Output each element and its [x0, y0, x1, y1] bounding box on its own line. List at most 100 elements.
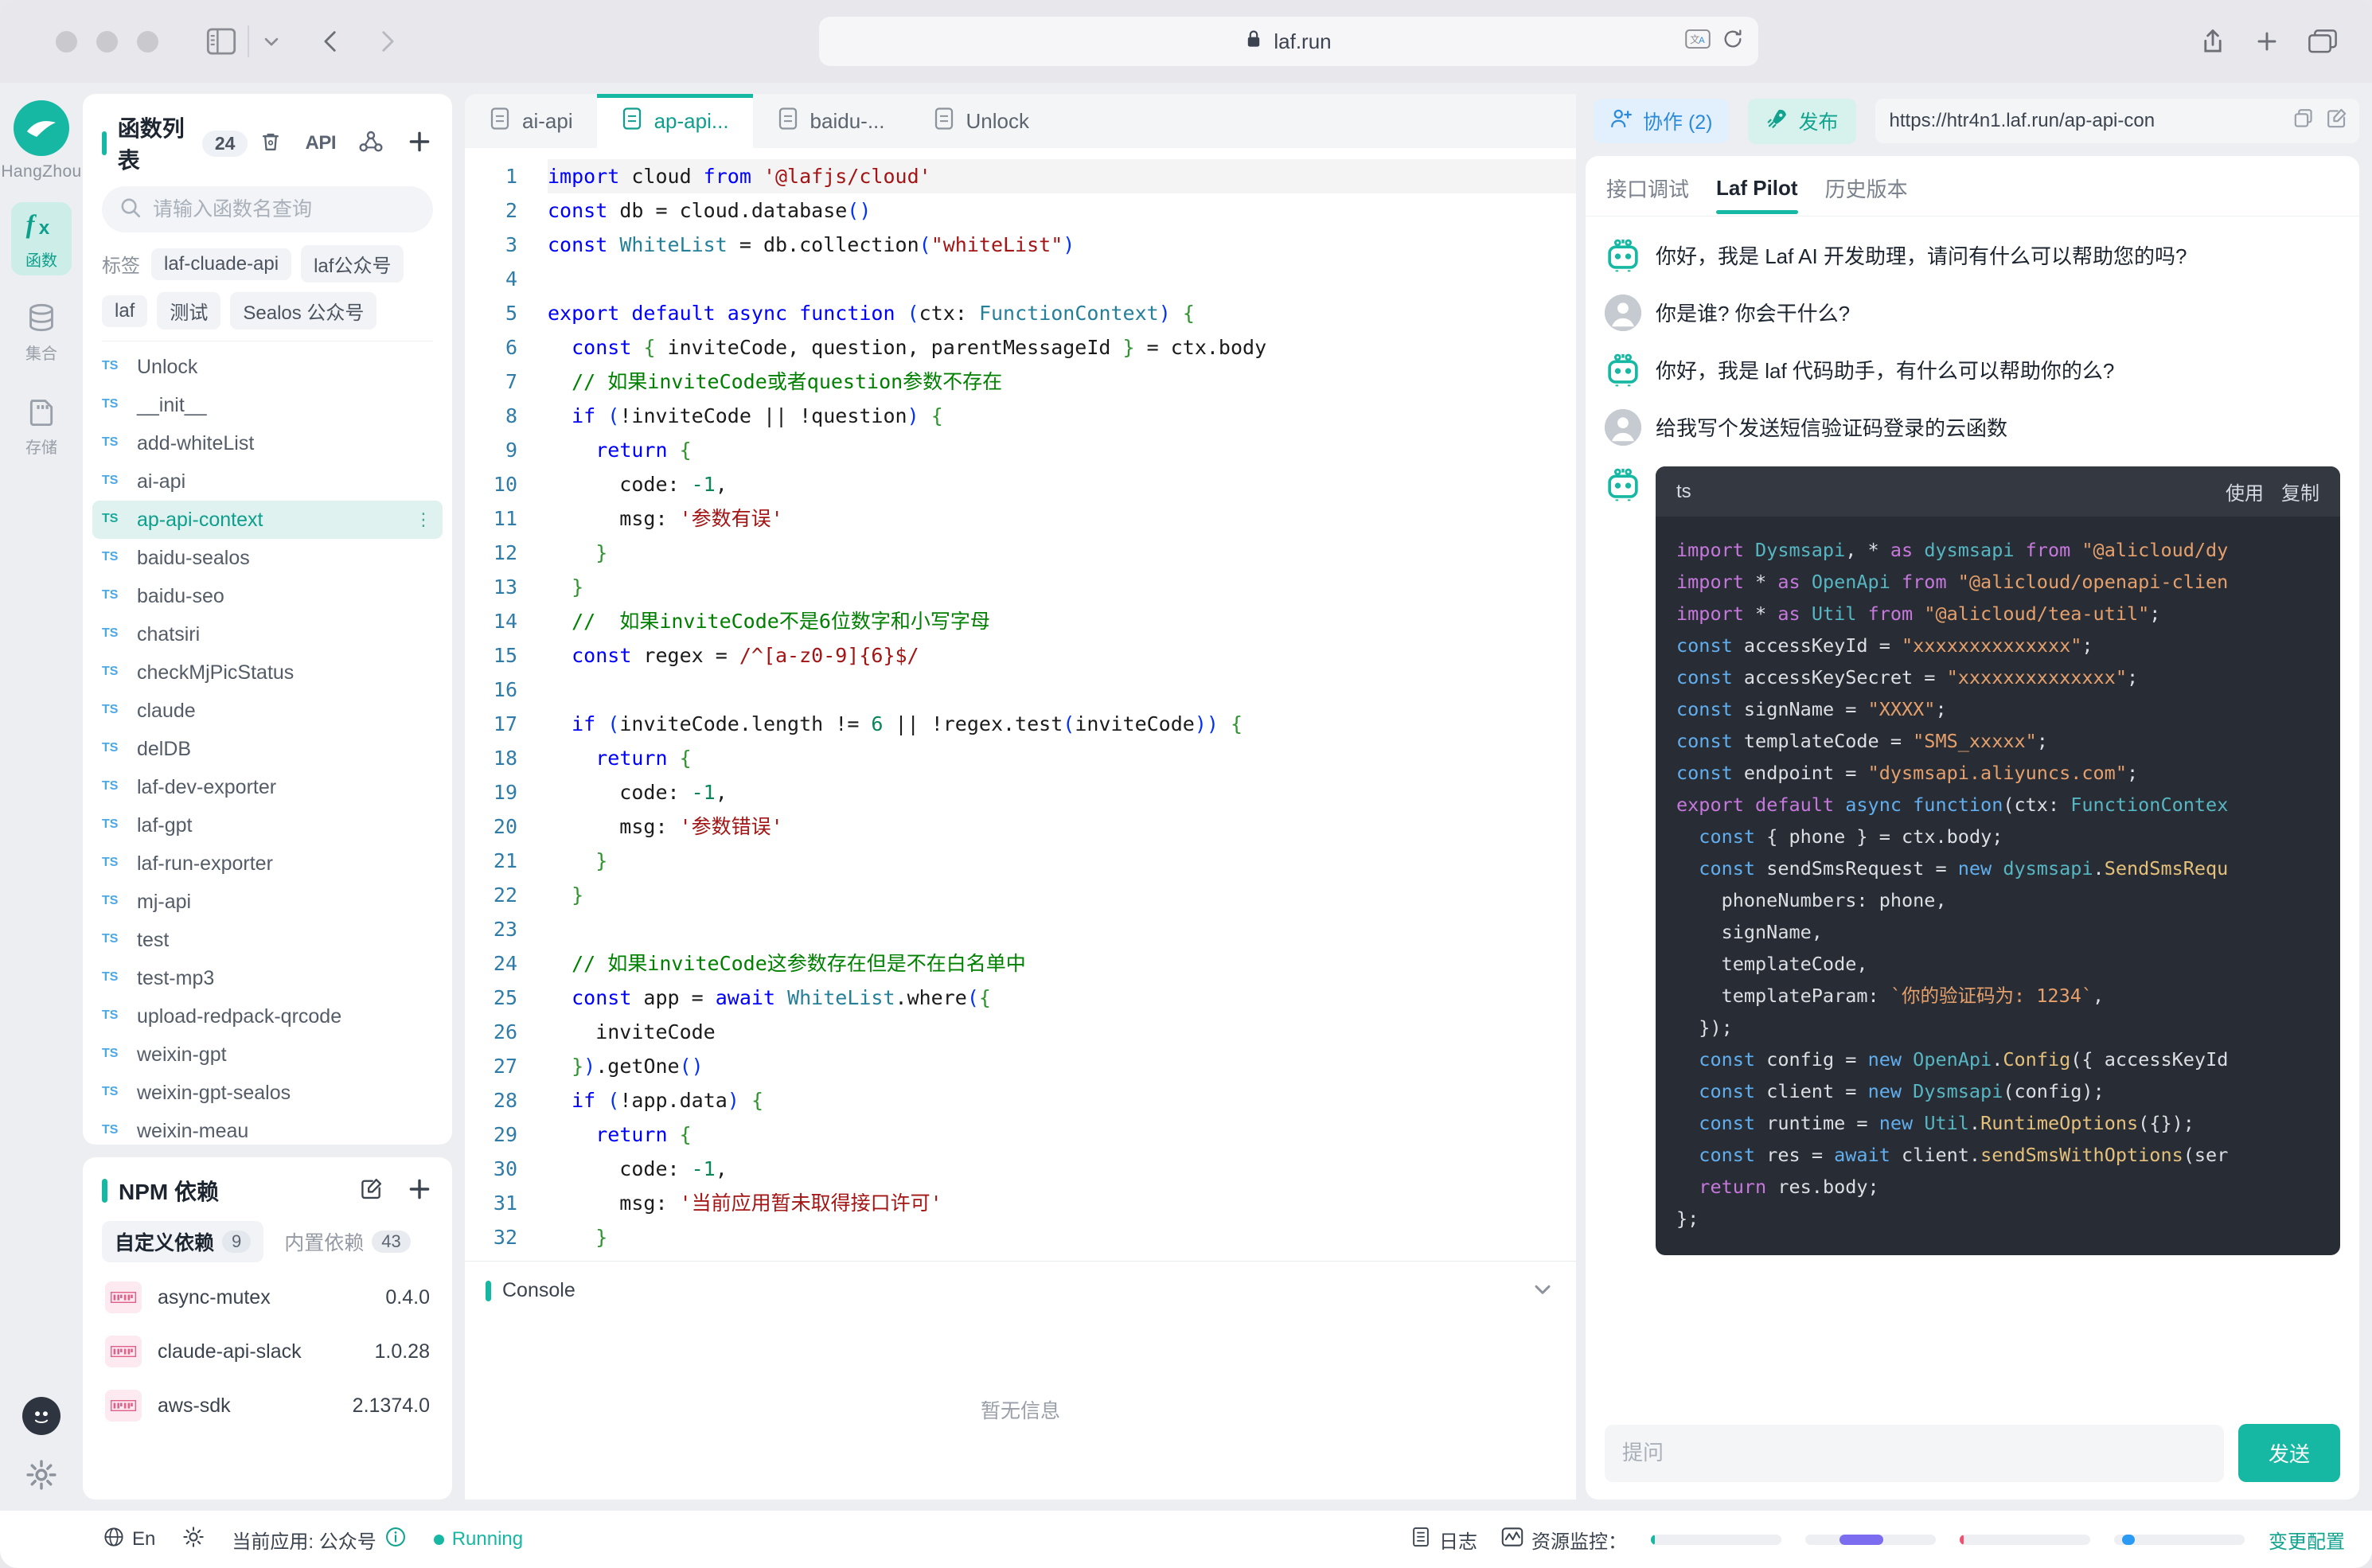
tag-chip[interactable]: Sealos 公众号 — [230, 292, 377, 330]
ai-tab[interactable]: 历史版本 — [1825, 174, 1908, 216]
function-list-item[interactable]: TS checkMjPicStatus — [92, 653, 443, 692]
function-list-item[interactable]: TS test-mp3 — [92, 959, 443, 997]
function-list-item[interactable]: TS weixin-gpt-sealos — [92, 1074, 443, 1112]
share-icon[interactable] — [2200, 28, 2226, 55]
npm-list-item[interactable]: aws-sdk 2.1374.0 — [92, 1379, 443, 1433]
chat-thread[interactable]: 你好，我是 Laf AI 开发助理，请问有什么可以帮助您的吗? 你是谁? 你会干什… — [1586, 216, 2359, 1424]
function-list-item[interactable]: TS weixin-gpt — [92, 1036, 443, 1074]
more-options-icon[interactable]: ⋮ — [415, 509, 433, 530]
sidebar-item-functions[interactable]: fx 函数 — [11, 202, 72, 275]
info-icon[interactable] — [384, 1526, 407, 1554]
resource-meter-memory — [1805, 1534, 1936, 1545]
back-arrow-icon[interactable] — [318, 28, 345, 55]
editor-tab[interactable]: baidu-... — [753, 94, 909, 148]
function-list[interactable]: TS Unlock TS __init__ TS add-whiteList TS ai-ap… — [83, 341, 452, 1145]
ai-tab-active[interactable]: Laf Pilot — [1716, 176, 1798, 214]
resource-meter-fill — [1960, 1534, 1964, 1545]
function-count-badge: 24 — [201, 130, 248, 157]
language-switcher[interactable]: En — [103, 1527, 155, 1553]
function-list-item[interactable]: TS baidu-seo — [92, 577, 443, 615]
npm-list-item[interactable]: claude-api-slack 1.0.28 — [92, 1324, 443, 1379]
ai-tabs[interactable]: 接口调试 Laf Pilot 历史版本 — [1586, 156, 2359, 216]
editor-tab[interactable]: ai-api — [465, 94, 597, 148]
tab-custom-deps[interactable]: 自定义依赖 9 — [102, 1221, 264, 1262]
plus-icon[interactable] — [2254, 29, 2280, 54]
function-list-item[interactable]: TS Unlock — [92, 348, 443, 386]
function-list-item[interactable]: TS laf-dev-exporter — [92, 768, 443, 806]
npm-list[interactable]: async-mutex 0.4.0 claude-api-slack 1.0.28 aw… — [83, 1270, 452, 1433]
editor-tab[interactable]: Unlock — [909, 94, 1053, 148]
function-list-item[interactable]: TS chatsiri — [92, 615, 443, 653]
laf-logo-icon[interactable] — [14, 100, 69, 156]
change-config-button[interactable]: 变更配置 — [2269, 1526, 2345, 1554]
chevron-down-icon[interactable] — [260, 30, 283, 53]
tab-overview-icon[interactable] — [2308, 29, 2337, 54]
forward-arrow-icon[interactable] — [373, 28, 400, 55]
npm-list-item[interactable]: async-mutex 0.4.0 — [92, 1270, 443, 1324]
collaborate-button[interactable]: 协作 (2) — [1594, 99, 1729, 143]
use-code-button[interactable]: 使用 — [2226, 478, 2264, 505]
function-search-box[interactable] — [102, 186, 433, 232]
function-list-item-selected[interactable]: TS ap-api-context ⋮ — [92, 501, 443, 539]
publish-button[interactable]: 发布 — [1747, 98, 1856, 144]
function-name-label: laf-run-exporter — [137, 852, 273, 875]
tag-chip[interactable]: laf公众号 — [301, 245, 404, 283]
maximize-window-button[interactable] — [137, 30, 158, 53]
function-list-item[interactable]: TS baidu-sealos — [92, 539, 443, 577]
copy-code-button[interactable]: 复制 — [2281, 478, 2319, 505]
function-list-item[interactable]: TS __init__ — [92, 386, 443, 424]
window-traffic-lights[interactable] — [56, 30, 158, 53]
edit-square-icon[interactable] — [360, 1177, 384, 1205]
send-button[interactable]: 发送 — [2237, 1424, 2340, 1482]
chevron-down-icon[interactable] — [1530, 1276, 1555, 1305]
tag-chip[interactable]: laf-cluade-api — [151, 248, 292, 280]
function-url-box[interactable]: https://htr4n1.laf.run/ap-api-con — [1875, 99, 2359, 143]
minimize-window-button[interactable] — [96, 30, 118, 53]
sidebar-item-storage[interactable]: 存储 — [11, 390, 72, 463]
trash-icon[interactable] — [259, 130, 283, 158]
edit-square-icon[interactable] — [2326, 107, 2348, 135]
code-line: if (!inviteCode || !question) { — [572, 404, 943, 427]
share-nodes-icon[interactable] — [358, 130, 384, 158]
reload-icon[interactable] — [1722, 28, 1744, 56]
tag-chip[interactable]: laf — [102, 294, 148, 327]
function-list-item[interactable]: TS test — [92, 921, 443, 959]
code-editor[interactable]: 1 2 3 4 5 6 7 8 9 10 11 12 13 14 15 16 17 18 19 20 21 22 23 24 2… — [465, 148, 1576, 1261]
tab-builtin-deps[interactable]: 内置依赖 43 — [271, 1221, 423, 1262]
function-list-item[interactable]: TS upload-redpack-qrcode — [92, 997, 443, 1036]
copy-icon[interactable] — [2292, 107, 2315, 135]
code-content[interactable]: import cloud from '@lafjs/cloud' const db… — [530, 148, 1576, 1261]
function-name-label: checkMjPicStatus — [137, 661, 295, 684]
search-input[interactable] — [153, 197, 415, 221]
ask-input-wrap[interactable] — [1605, 1424, 2224, 1482]
sidebar-item-collections[interactable]: 集合 — [11, 296, 72, 369]
ask-input[interactable] — [1622, 1441, 2206, 1465]
ai-tab[interactable]: 接口调试 — [1606, 174, 1689, 216]
npm-package-version: 0.4.0 — [385, 1285, 430, 1309]
translate-icon[interactable]: 文A — [1684, 29, 1711, 55]
plus-icon[interactable] — [406, 128, 433, 159]
function-list-item[interactable]: TS delDB — [92, 730, 443, 768]
code-line: return { — [595, 747, 692, 770]
editor-tabbar[interactable]: ai-api ap-api... baidu-... Unlock — [465, 94, 1576, 148]
logs-button[interactable]: 日志 — [1410, 1526, 1477, 1554]
theme-toggle[interactable] — [182, 1526, 205, 1554]
function-name-label: claude — [137, 699, 196, 722]
tag-chip[interactable]: 测试 — [157, 292, 221, 330]
function-list-item[interactable]: TS ai-api — [92, 462, 443, 501]
sidebar-toggle-icon[interactable] — [206, 28, 236, 55]
settings-gear-icon[interactable] — [24, 1457, 59, 1496]
editor-tab-active[interactable]: ap-api... — [596, 94, 753, 148]
function-list-item[interactable]: TS mj-api — [92, 883, 443, 921]
address-bar[interactable]: laf.run 文A — [818, 17, 1758, 66]
function-list-item[interactable]: TS weixin-meau — [92, 1112, 443, 1145]
console-header[interactable]: Console — [465, 1262, 1576, 1320]
function-list-item[interactable]: TS add-whiteList — [92, 424, 443, 462]
function-list-item[interactable]: TS claude — [92, 692, 443, 730]
plus-icon[interactable] — [406, 1176, 433, 1207]
function-list-item[interactable]: TS laf-run-exporter — [92, 844, 443, 883]
api-text-button[interactable]: API — [305, 132, 336, 154]
function-list-item[interactable]: TS laf-gpt — [92, 806, 443, 844]
close-window-button[interactable] — [56, 30, 77, 53]
user-avatar-icon[interactable] — [22, 1397, 60, 1435]
